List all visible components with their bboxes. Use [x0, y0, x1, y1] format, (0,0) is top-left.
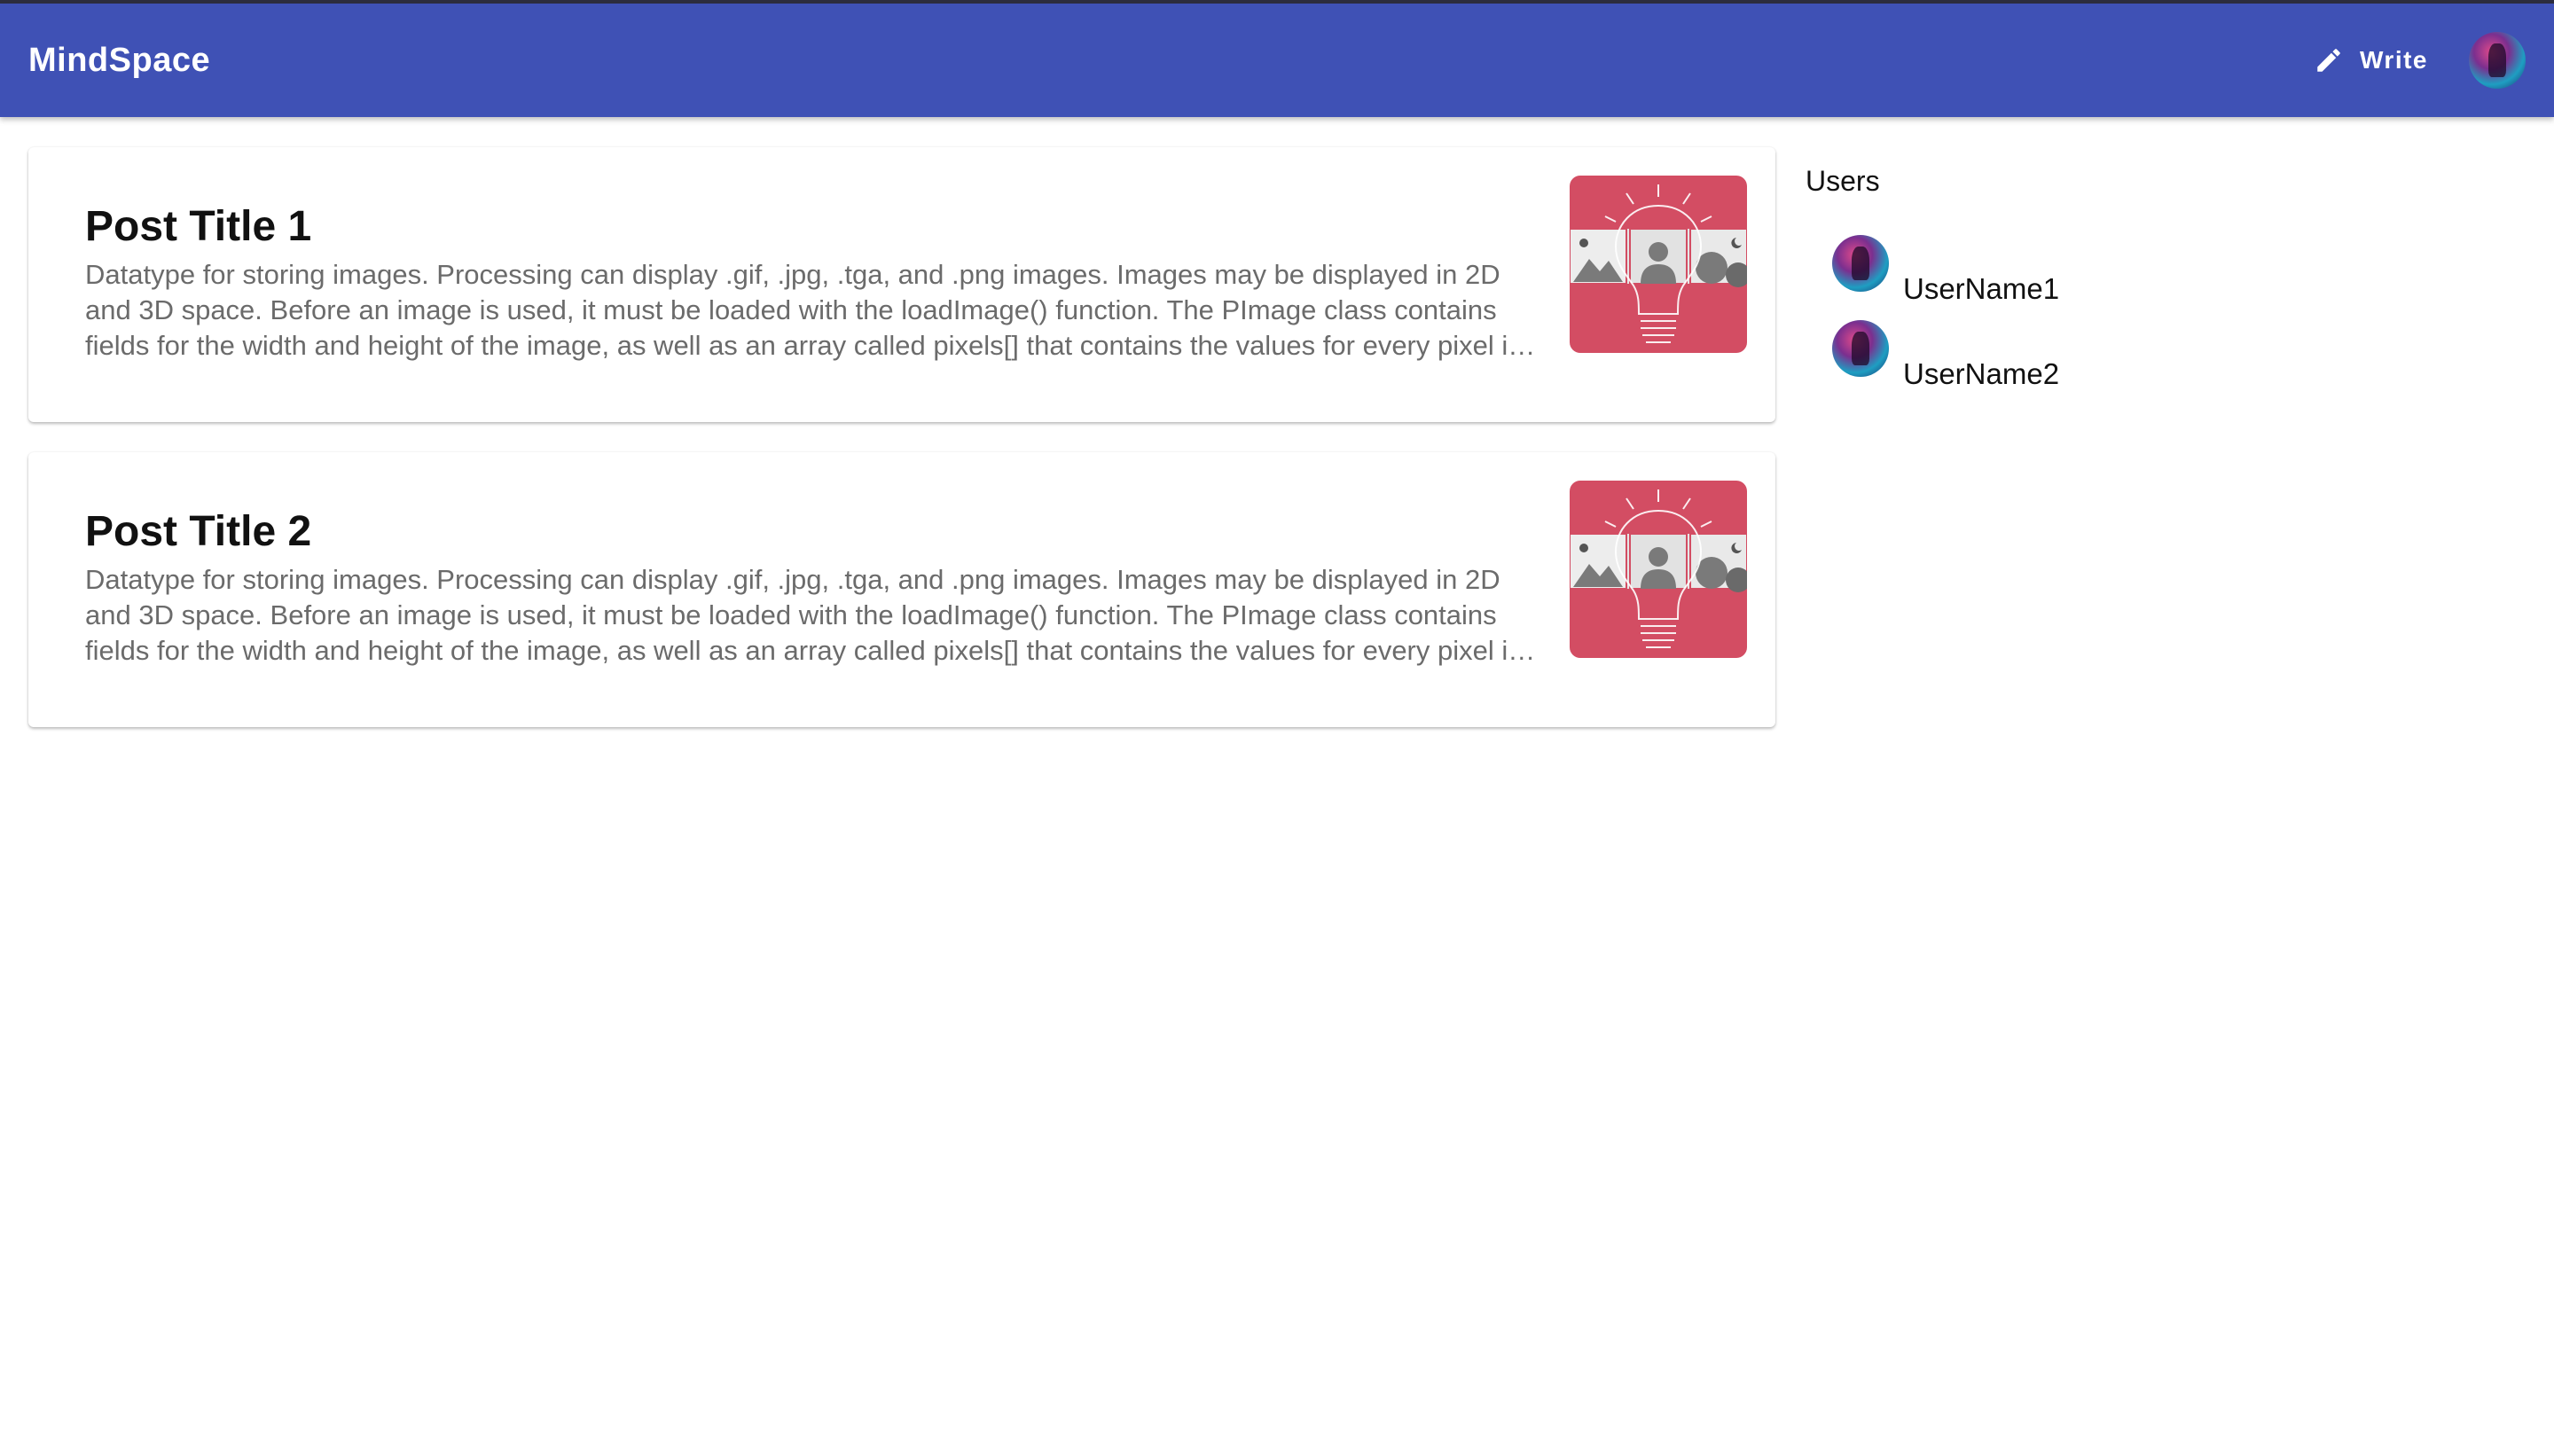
user-name: UserName1 — [1903, 272, 2060, 305]
post-title[interactable]: Post Title 2 — [85, 507, 1548, 557]
post-thumbnail — [1570, 481, 1747, 658]
lightbulb-image-placeholder-icon — [1570, 489, 1747, 648]
write-button-label: Write — [2360, 46, 2428, 74]
posts-feed: Post Title 1 Datatype for storing images… — [28, 147, 1775, 757]
post-title[interactable]: Post Title 1 — [85, 202, 1548, 252]
app-title[interactable]: MindSpace — [28, 42, 210, 80]
users-sidebar: Users UserName1 UserName2 — [1806, 147, 2515, 400]
avatar — [1832, 235, 1889, 292]
post-excerpt: Datatype for storing images. Processing … — [85, 564, 1524, 666]
account-avatar[interactable] — [2469, 32, 2526, 89]
app-bar: MindSpace Write — [0, 0, 2554, 117]
post-card[interactable]: Post Title 1 Datatype for storing images… — [28, 147, 1775, 422]
pencil-icon — [2317, 49, 2340, 72]
user-list-item[interactable]: UserName1 — [1832, 230, 2515, 315]
post-card[interactable]: Post Title 2 Datatype for storing images… — [28, 452, 1775, 727]
post-text: Post Title 1 Datatype for storing images… — [85, 202, 1548, 364]
lightbulb-image-placeholder-icon — [1570, 184, 1747, 343]
sidebar-title: Users — [1806, 165, 1880, 197]
write-button[interactable]: Write — [2298, 36, 2444, 84]
post-excerpt: Datatype for storing images. Processing … — [85, 259, 1524, 361]
post-text: Post Title 2 Datatype for storing images… — [85, 507, 1548, 669]
avatar — [1832, 320, 1889, 377]
post-thumbnail — [1570, 176, 1747, 353]
user-name: UserName2 — [1903, 357, 2060, 390]
user-list-item[interactable]: UserName2 — [1832, 315, 2515, 400]
